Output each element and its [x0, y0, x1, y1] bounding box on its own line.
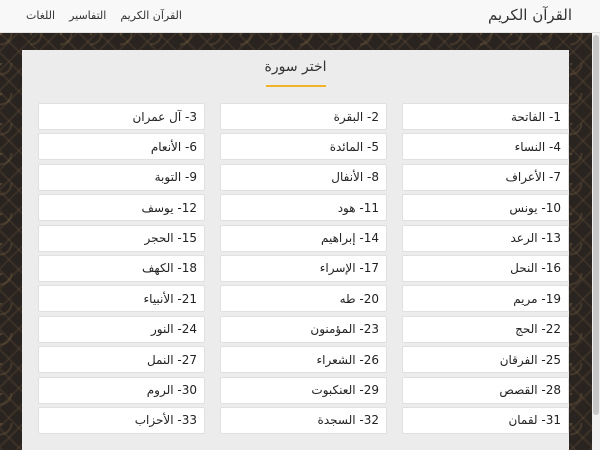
surah-item[interactable]: 24- النور: [38, 315, 205, 343]
surah-panel: اختر سورة 1- الفاتحة 2- البقرة 3- آل عمران…: [22, 50, 569, 450]
surah-item[interactable]: 4- النساء: [402, 133, 569, 161]
surah-item[interactable]: 10- يونس: [402, 194, 569, 222]
surah-item[interactable]: 29- العنكبوت: [220, 376, 387, 404]
surah-item[interactable]: 22- الحج: [402, 315, 569, 343]
title-underline: [266, 85, 326, 87]
surah-item[interactable]: 11- هود: [220, 194, 387, 222]
surah-grid: 1- الفاتحة 2- البقرة 3- آل عمران 4- النساء 5…: [30, 103, 569, 434]
surah-item[interactable]: 17- الإسراء: [220, 254, 387, 282]
surah-item[interactable]: 15- الحجر: [38, 224, 205, 252]
nav-link-quran[interactable]: القرآن الكريم: [120, 9, 182, 22]
top-navbar: القرآن الكريم التفاسير اللغات القرآن الك…: [0, 0, 600, 33]
nav-links: القرآن الكريم التفاسير اللغات: [26, 9, 182, 22]
scroll-thumb[interactable]: [593, 35, 599, 415]
surah-item[interactable]: 28- القصص: [402, 376, 569, 404]
surah-item[interactable]: 20- طه: [220, 285, 387, 313]
surah-item[interactable]: 19- مريم: [402, 285, 569, 313]
nav-link-languages[interactable]: اللغات: [26, 9, 55, 22]
surah-item[interactable]: 6- الأنعام: [38, 133, 205, 161]
surah-item[interactable]: 13- الرعد: [402, 224, 569, 252]
surah-item[interactable]: 9- التوبة: [38, 163, 205, 191]
surah-item[interactable]: 2- البقرة: [220, 103, 387, 130]
surah-item[interactable]: 26- الشعراء: [220, 346, 387, 374]
surah-item[interactable]: 27- النمل: [38, 346, 205, 374]
nav-link-tafsir[interactable]: التفاسير: [69, 9, 106, 22]
vertical-scrollbar[interactable]: [592, 33, 600, 450]
surah-item[interactable]: 32- السجدة: [220, 406, 387, 434]
surah-item[interactable]: 31- لقمان: [402, 406, 569, 434]
surah-item[interactable]: 1- الفاتحة: [402, 103, 569, 130]
surah-item[interactable]: 8- الأنفال: [220, 163, 387, 191]
surah-item[interactable]: 30- الروم: [38, 376, 205, 404]
brand-title[interactable]: القرآن الكريم: [488, 6, 572, 24]
surah-item[interactable]: 23- المؤمنون: [220, 315, 387, 343]
surah-item[interactable]: 25- الفرقان: [402, 346, 569, 374]
surah-item[interactable]: 7- الأعراف: [402, 163, 569, 191]
surah-item[interactable]: 33- الأحزاب: [38, 406, 205, 434]
surah-item[interactable]: 21- الأنبياء: [38, 285, 205, 313]
surah-item[interactable]: 5- المائدة: [220, 133, 387, 161]
surah-item[interactable]: 12- يوسف: [38, 194, 205, 222]
surah-item[interactable]: 3- آل عمران: [38, 103, 205, 130]
page-title: اختر سورة: [264, 59, 327, 75]
surah-item[interactable]: 14- إبراهيم: [220, 224, 387, 252]
surah-item[interactable]: 18- الكهف: [38, 254, 205, 282]
surah-item[interactable]: 16- النحل: [402, 254, 569, 282]
